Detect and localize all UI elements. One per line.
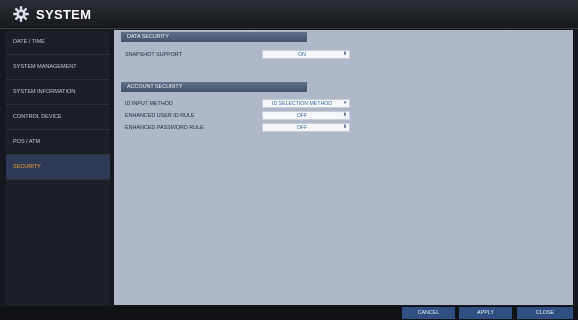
updown-arrow-icon: ⬍	[342, 124, 348, 130]
chevron-down-icon: ▾	[343, 100, 347, 106]
title-bar: SYSTEM	[0, 0, 578, 29]
settings-panel: DATA SECURITY SNAPSHOT SUPPORT ON ⬍ ACCO…	[114, 30, 573, 305]
apply-button[interactable]: APPLY	[459, 307, 512, 319]
sidebar-item-control-device[interactable]: CONTROL DEVICE	[6, 105, 110, 130]
section-header-account-security: ACCOUNT SECURITY	[121, 82, 307, 92]
sidebar-item-system-information[interactable]: SYSTEM INFORMATION	[6, 80, 110, 105]
system-settings-window: SYSTEM DATE / TIME SYSTEM MANAGEMENT SYS…	[0, 0, 578, 320]
enhanced-password-rule-value: OFF	[296, 124, 308, 131]
enhanced-user-id-rule-dropdown[interactable]: OFF ⬍	[262, 111, 350, 120]
updown-arrow-icon: ⬍	[342, 112, 348, 118]
snapshot-support-value: ON	[298, 51, 306, 58]
updown-arrow-icon: ⬍	[342, 51, 348, 57]
enhanced-password-rule-label: ENHANCED PASSWORD RULE	[125, 125, 204, 131]
sidebar-item-date-time[interactable]: DATE / TIME	[6, 30, 110, 55]
enhanced-user-id-rule-value: OFF	[296, 112, 308, 119]
enhanced-user-id-rule-label: ENHANCED USER ID RULE	[125, 113, 195, 119]
snapshot-support-label: SNAPSHOT SUPPORT	[125, 52, 183, 58]
id-input-method-label: ID INPUT METHOD	[125, 101, 173, 107]
enhanced-password-rule-dropdown[interactable]: OFF ⬍	[262, 123, 350, 132]
sidebar-item-system-management[interactable]: SYSTEM MANAGEMENT	[6, 55, 110, 80]
section-header-data-security: DATA SECURITY	[121, 32, 307, 42]
id-input-method-value: ID SELECTION METHOD	[272, 100, 332, 107]
settings-sidebar: DATE / TIME SYSTEM MANAGEMENT SYSTEM INF…	[6, 30, 110, 306]
gear-icon	[11, 4, 31, 24]
snapshot-support-dropdown[interactable]: ON ⬍	[262, 50, 350, 59]
id-input-method-dropdown[interactable]: ID SELECTION METHOD ▾	[262, 99, 350, 108]
sidebar-item-pos-atm[interactable]: POS / ATM	[6, 130, 110, 155]
cancel-button[interactable]: CANCEL	[402, 307, 455, 319]
close-button[interactable]: CLOSE	[517, 307, 573, 319]
window-title: SYSTEM	[36, 6, 92, 22]
sidebar-item-security[interactable]: SECURITY	[6, 155, 110, 180]
